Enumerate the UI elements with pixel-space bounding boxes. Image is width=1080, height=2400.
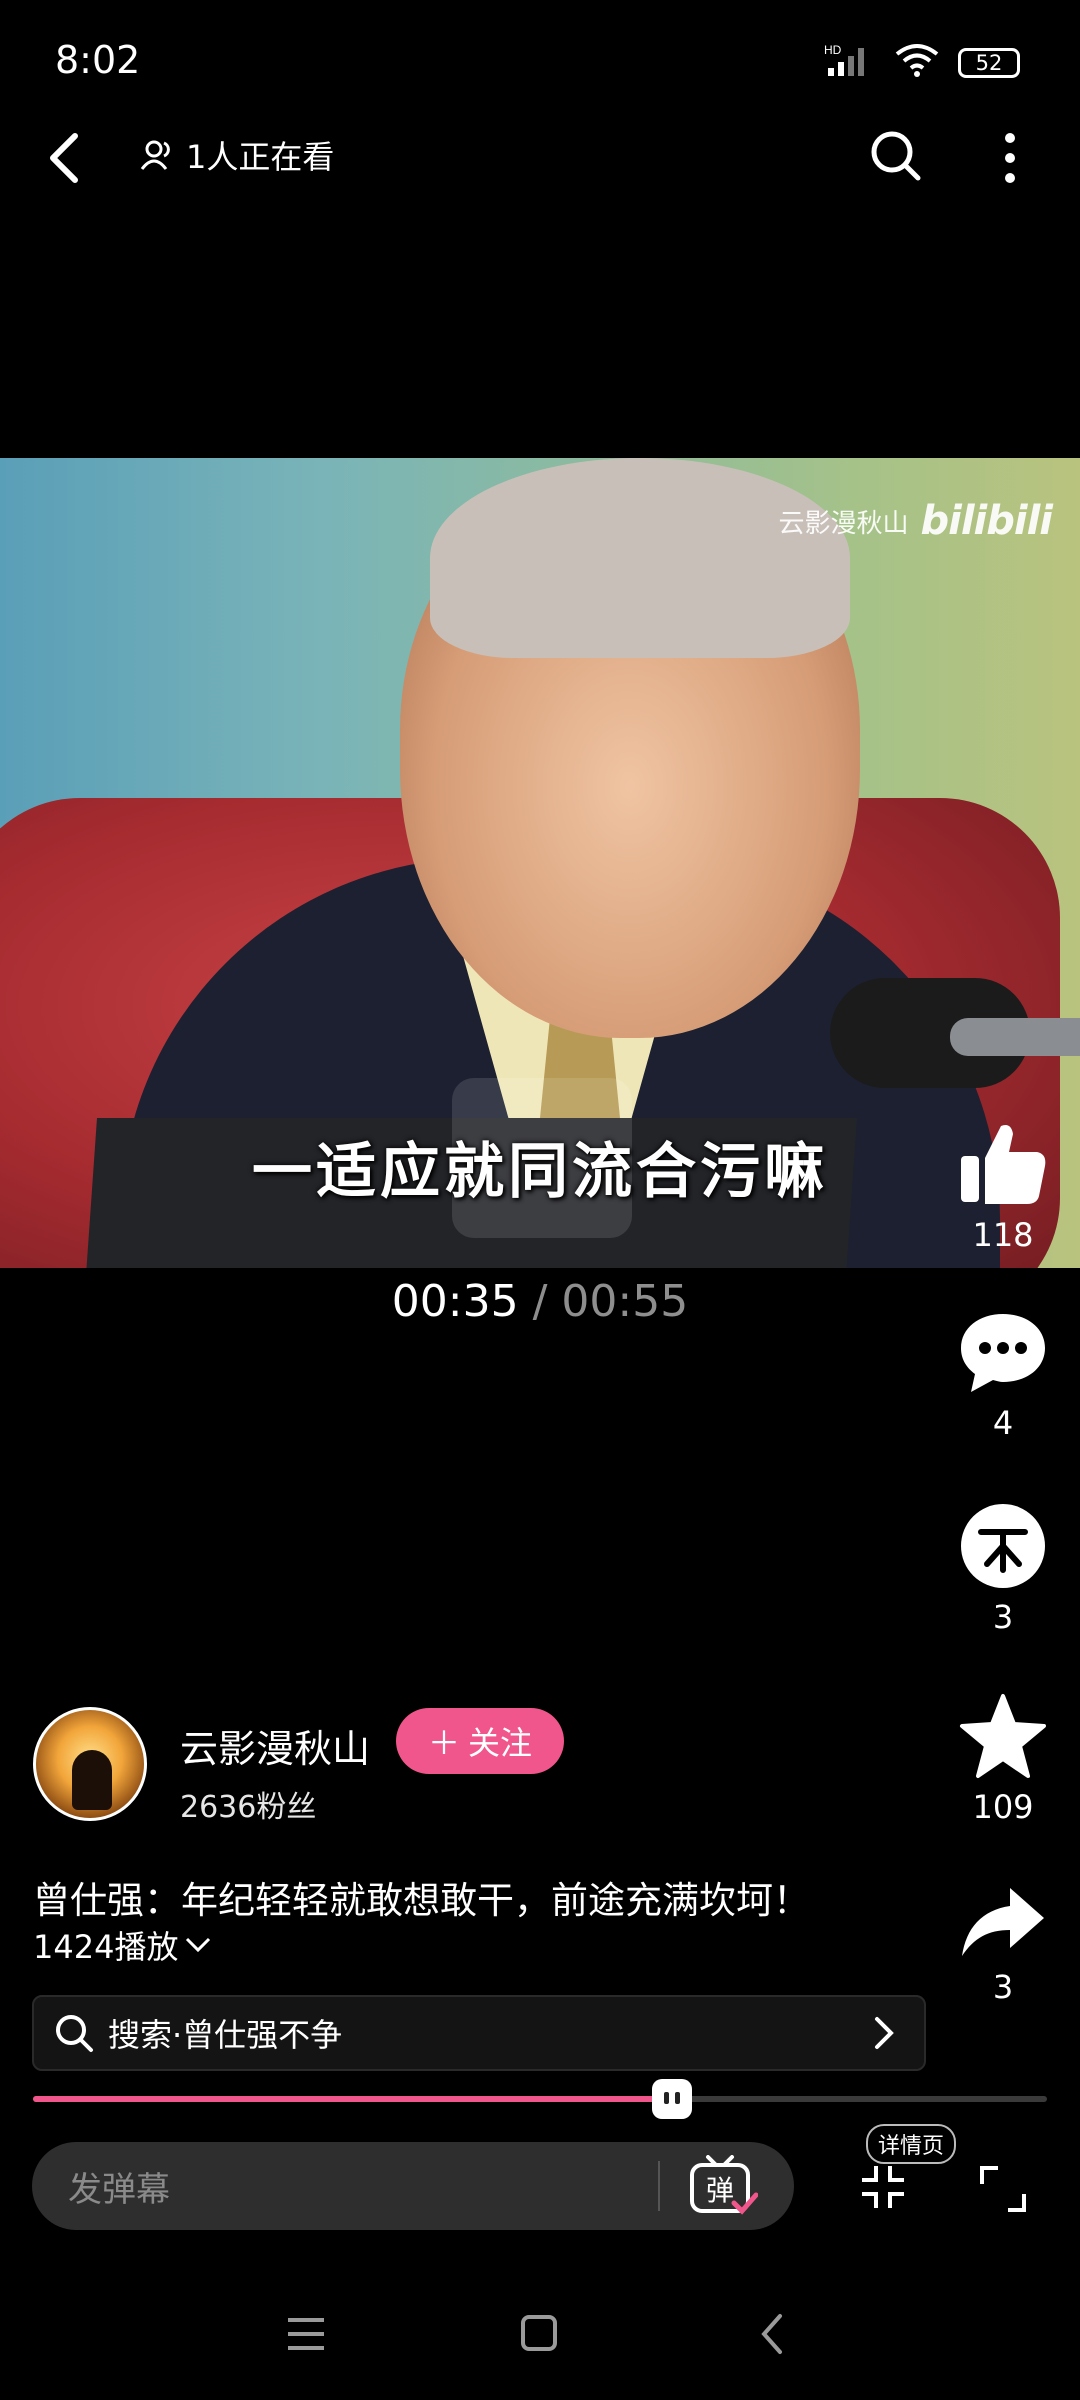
comment-icon bbox=[961, 1314, 1045, 1392]
progress-bar[interactable] bbox=[33, 2079, 1047, 2119]
battery-icon: 52 bbox=[958, 48, 1020, 78]
progress-fill bbox=[33, 2096, 672, 2102]
star-icon bbox=[960, 1694, 1046, 1778]
timecode: 00:35 / 00:55 bbox=[0, 1276, 1080, 1327]
danmaku-input[interactable]: 发弹幕 弹 bbox=[32, 2142, 794, 2230]
status-icons: HD 52 bbox=[824, 42, 1020, 84]
video-title: 曾仕强：年纪轻轻就敢想敢干，前途充满坎坷！ bbox=[33, 1879, 810, 1922]
danmaku-toggle-button[interactable]: 弹 bbox=[688, 2155, 759, 2217]
coin-icon bbox=[961, 1504, 1045, 1588]
author-avatar[interactable] bbox=[33, 1707, 147, 1821]
more-button[interactable] bbox=[1000, 130, 1020, 186]
collapse-icon bbox=[862, 2166, 904, 2208]
like-button[interactable]: 118 bbox=[948, 1118, 1058, 1254]
avatar-figure bbox=[72, 1750, 112, 1810]
coin-count: 3 bbox=[992, 1598, 1014, 1636]
like-count: 118 bbox=[972, 1216, 1034, 1254]
follow-label: 关注 bbox=[468, 1724, 533, 1762]
related-search-text: 搜索·曾仕强不争 bbox=[108, 2016, 343, 2054]
video-frame-mic-stand bbox=[950, 1018, 1080, 1056]
comment-count: 4 bbox=[992, 1404, 1014, 1442]
video-watermark: 云影漫秋山 bilibili bbox=[778, 498, 1053, 544]
progress-thumb[interactable] bbox=[651, 2079, 692, 2119]
status-time: 8:02 bbox=[55, 38, 141, 82]
wifi-icon bbox=[894, 42, 940, 84]
nav-home-button[interactable] bbox=[520, 2314, 558, 2352]
related-search-bar[interactable]: 搜索·曾仕强不争 bbox=[32, 1995, 926, 2071]
danmaku-icon: 弹 bbox=[690, 2155, 759, 2215]
search-icon bbox=[56, 2015, 93, 2052]
share-button[interactable]: 3 bbox=[948, 1884, 1058, 2006]
menu-icon bbox=[288, 2318, 324, 2350]
author-name[interactable]: 云影漫秋山 bbox=[180, 1718, 370, 1773]
nav-back-button[interactable] bbox=[760, 2312, 784, 2356]
collapse-button[interactable] bbox=[858, 2162, 908, 2212]
home-square-icon bbox=[521, 2315, 557, 2351]
fullscreen-button[interactable] bbox=[978, 2164, 1028, 2214]
detail-page-badge[interactable]: 详情页 bbox=[866, 2124, 957, 2164]
share-count: 3 bbox=[992, 1968, 1014, 2006]
fullscreen-icon bbox=[980, 2166, 1026, 2212]
fans-count: 2636粉丝 bbox=[180, 1790, 317, 1825]
watching-label: 1人正在看 bbox=[186, 138, 335, 176]
plus-icon: ＋ bbox=[427, 1724, 460, 1762]
share-icon bbox=[962, 1888, 1044, 1956]
viewers-icon bbox=[140, 140, 170, 170]
duration: 00:55 bbox=[561, 1276, 689, 1327]
play-count-label: 1424播放 bbox=[33, 1928, 179, 1966]
more-vertical-icon bbox=[1005, 133, 1015, 183]
search-button[interactable] bbox=[868, 128, 924, 184]
back-triangle-icon bbox=[761, 2314, 782, 2354]
signal-icon: HD bbox=[824, 42, 876, 84]
nav-recents-button[interactable] bbox=[286, 2316, 326, 2352]
watermark-channel: 云影漫秋山 bbox=[778, 508, 909, 539]
danmaku-placeholder: 发弹幕 bbox=[68, 2169, 170, 2210]
play-count[interactable]: 1424播放 bbox=[33, 1922, 212, 1968]
favorite-button[interactable]: 109 bbox=[948, 1692, 1058, 1826]
coin-button[interactable]: 3 bbox=[948, 1502, 1058, 1636]
bilibili-logo: bilibili bbox=[920, 498, 1053, 544]
video-player[interactable]: 云影漫秋山 bilibili 一适应就同流合污嘛 bbox=[0, 458, 1080, 1268]
time-separator: / bbox=[532, 1276, 548, 1327]
chevron-down-icon bbox=[186, 1937, 211, 1953]
search-icon bbox=[871, 131, 921, 181]
video-subtitle: 一适应就同流合污嘛 bbox=[252, 1137, 828, 1207]
danmaku-button-label: 弹 bbox=[706, 2174, 734, 2207]
watching-count: 1人正在看 bbox=[140, 132, 334, 178]
network-label: HD bbox=[824, 43, 842, 57]
comment-button[interactable]: 4 bbox=[948, 1310, 1058, 1442]
follow-button[interactable]: ＋ 关注 bbox=[396, 1708, 564, 1774]
chevron-right-icon bbox=[875, 2017, 894, 2049]
danmaku-divider bbox=[658, 2161, 660, 2211]
video-frame-hair bbox=[430, 458, 850, 658]
chevron-left-icon bbox=[50, 133, 78, 183]
current-time: 00:35 bbox=[391, 1276, 519, 1327]
back-button[interactable] bbox=[45, 128, 85, 188]
thumbs-up-icon bbox=[961, 1125, 1046, 1204]
favorite-count: 109 bbox=[972, 1788, 1034, 1826]
